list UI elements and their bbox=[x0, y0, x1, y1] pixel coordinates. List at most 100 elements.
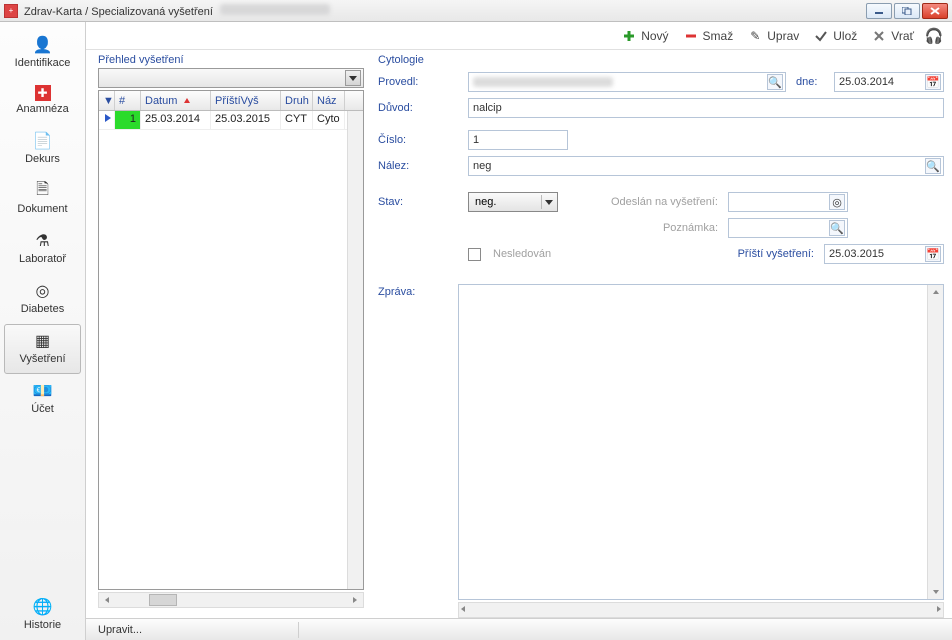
label-odeslan: Odeslán na vyšetření: bbox=[598, 196, 718, 208]
nalez-input[interactable]: neg 🔍 bbox=[468, 156, 944, 176]
label-poznamka: Poznámka: bbox=[598, 222, 718, 234]
label-duvod: Důvod: bbox=[378, 102, 458, 114]
check-icon bbox=[813, 28, 829, 44]
label-pristi: Příští vyšetření: bbox=[694, 248, 814, 260]
heart-icon: ◎ bbox=[31, 281, 55, 301]
col-num[interactable]: # bbox=[115, 91, 141, 110]
sidebar-item-label: Dokument bbox=[17, 203, 67, 215]
provedl-input[interactable]: 🔍 bbox=[468, 72, 786, 92]
minus-icon bbox=[683, 28, 699, 44]
table-row[interactable]: 1 25.03.2014 25.03.2015 CYT Cyto bbox=[99, 111, 363, 130]
cell-kind: CYT bbox=[281, 111, 313, 129]
close-button[interactable] bbox=[922, 3, 948, 19]
sidebar-item-label: Diabetes bbox=[21, 303, 64, 315]
list-title: Přehled vyšetření bbox=[98, 54, 364, 66]
window-title: Zdrav-Karta / Specializovaná vyšetření bbox=[24, 4, 330, 18]
sidebar-item-ucet[interactable]: 💶 Účet bbox=[4, 374, 81, 424]
label-cislo: Číslo: bbox=[378, 134, 458, 146]
edit-button[interactable]: ✎ Uprav bbox=[743, 26, 803, 46]
sidebar: 👤 Identifikace ✚ Anamnéza 📄 Dekurs 🗎 Dok… bbox=[0, 22, 86, 640]
scroll-right-icon[interactable] bbox=[935, 604, 943, 616]
dne-input[interactable]: 25.03.2014 📅 bbox=[834, 72, 944, 92]
sidebar-item-label: Účet bbox=[31, 403, 54, 415]
cell-num: 1 bbox=[115, 111, 141, 129]
sidebar-item-vysetreni[interactable]: ▦ Vyšetření bbox=[4, 324, 81, 374]
money-icon: 💶 bbox=[31, 381, 55, 401]
window-title-blurred bbox=[220, 4, 330, 15]
undo-button[interactable]: Vrať bbox=[867, 26, 918, 46]
save-button[interactable]: Ulož bbox=[809, 26, 861, 46]
globe-icon: 🌐 bbox=[31, 597, 55, 617]
sidebar-item-label: Laboratoř bbox=[19, 253, 66, 265]
odeslan-input[interactable]: ◎ bbox=[728, 192, 848, 212]
label-nalez: Nález: bbox=[378, 160, 458, 172]
label-zprava: Zpráva: bbox=[378, 284, 458, 618]
flask-icon: ⚗ bbox=[31, 231, 55, 251]
lookup-icon[interactable]: 🔍 bbox=[767, 74, 783, 90]
delete-button[interactable]: Smaž bbox=[679, 26, 738, 46]
col-date[interactable]: Datum bbox=[141, 91, 211, 110]
report-scrollbar-horizontal[interactable] bbox=[458, 602, 944, 618]
grid-icon: ▦ bbox=[31, 331, 55, 351]
sidebar-item-diabetes[interactable]: ◎ Diabetes bbox=[4, 274, 81, 324]
filter-combo[interactable] bbox=[98, 68, 364, 88]
grid-scrollbar-vertical[interactable] bbox=[347, 111, 363, 589]
scroll-up-icon[interactable] bbox=[928, 285, 944, 299]
exam-detail-panel: Cytologie Provedl: 🔍 dne: 25.03.2014 📅 bbox=[366, 50, 952, 618]
label-stav: Stav: bbox=[378, 196, 458, 208]
help-button[interactable]: 🎧 bbox=[924, 26, 944, 46]
scroll-left-icon[interactable] bbox=[99, 593, 115, 607]
label-provedl: Provedl: bbox=[378, 76, 458, 88]
exam-grid[interactable]: ▼ # Datum PříštíVyš Druh Náz bbox=[98, 90, 364, 590]
zprava-textarea[interactable] bbox=[458, 284, 944, 600]
sidebar-item-label: Dekurs bbox=[25, 153, 60, 165]
target-icon[interactable]: ◎ bbox=[829, 194, 845, 210]
pristi-input[interactable]: 25.03.2015 📅 bbox=[824, 244, 944, 264]
nesledovan-checkbox[interactable] bbox=[468, 248, 481, 261]
app-icon: + bbox=[4, 4, 18, 18]
person-icon: 👤 bbox=[31, 35, 55, 55]
minimize-button[interactable] bbox=[866, 3, 892, 19]
pencil-icon: ✎ bbox=[747, 28, 763, 44]
calendar-icon[interactable]: 📅 bbox=[925, 74, 941, 90]
cislo-input[interactable]: 1 bbox=[468, 130, 568, 150]
cell-next: 25.03.2015 bbox=[211, 111, 281, 129]
lookup-icon[interactable]: 🔍 bbox=[925, 158, 941, 174]
grid-scrollbar-horizontal[interactable] bbox=[98, 592, 364, 608]
cell-date: 25.03.2014 bbox=[141, 111, 211, 129]
scroll-right-icon[interactable] bbox=[347, 593, 363, 607]
sidebar-item-identifikace[interactable]: 👤 Identifikace bbox=[4, 28, 81, 78]
maximize-button[interactable] bbox=[894, 3, 920, 19]
row-indicator-icon bbox=[99, 111, 115, 129]
col-next[interactable]: PříštíVyš bbox=[211, 91, 281, 110]
chevron-down-icon bbox=[541, 195, 555, 209]
sidebar-item-anamneza[interactable]: ✚ Anamnéza bbox=[4, 78, 81, 124]
scroll-left-icon[interactable] bbox=[459, 604, 467, 616]
stav-select[interactable]: neg. bbox=[468, 192, 558, 212]
sidebar-item-laborator[interactable]: ⚗ Laboratoř bbox=[4, 224, 81, 274]
sidebar-item-historie[interactable]: 🌐 Historie bbox=[4, 590, 81, 640]
scroll-down-icon[interactable] bbox=[928, 585, 944, 599]
sidebar-item-dokument[interactable]: 🗎 Dokument bbox=[4, 174, 81, 224]
sidebar-item-dekurs[interactable]: 📄 Dekurs bbox=[4, 124, 81, 174]
exam-list-panel: Přehled vyšetření ▼ # Datum bbox=[86, 50, 366, 618]
col-marker[interactable]: ▼ bbox=[99, 91, 115, 110]
doc-icon: 🗎 bbox=[31, 181, 55, 201]
lookup-icon[interactable]: 🔍 bbox=[829, 220, 845, 236]
label-nesledovan: Nesledován bbox=[493, 248, 551, 260]
sidebar-item-label: Vyšetření bbox=[19, 353, 65, 365]
plus-icon bbox=[621, 28, 637, 44]
sidebar-item-label: Identifikace bbox=[15, 57, 71, 69]
statusbar-edit-button[interactable]: Upravit... bbox=[92, 622, 148, 638]
col-kind[interactable]: Druh bbox=[281, 91, 313, 110]
calendar-icon[interactable]: 📅 bbox=[925, 246, 941, 262]
col-name[interactable]: Náz bbox=[313, 91, 345, 110]
duvod-input[interactable]: nalcip bbox=[468, 98, 944, 118]
report-scrollbar-vertical[interactable] bbox=[927, 285, 943, 599]
new-button[interactable]: Nový bbox=[617, 26, 672, 46]
sidebar-item-label: Anamnéza bbox=[16, 103, 69, 115]
poznamka-input[interactable]: 🔍 bbox=[728, 218, 848, 238]
scroll-thumb[interactable] bbox=[149, 594, 177, 606]
nesledovan-checkbox-group[interactable]: Nesledován bbox=[468, 248, 551, 261]
headset-icon: 🎧 bbox=[926, 28, 942, 44]
